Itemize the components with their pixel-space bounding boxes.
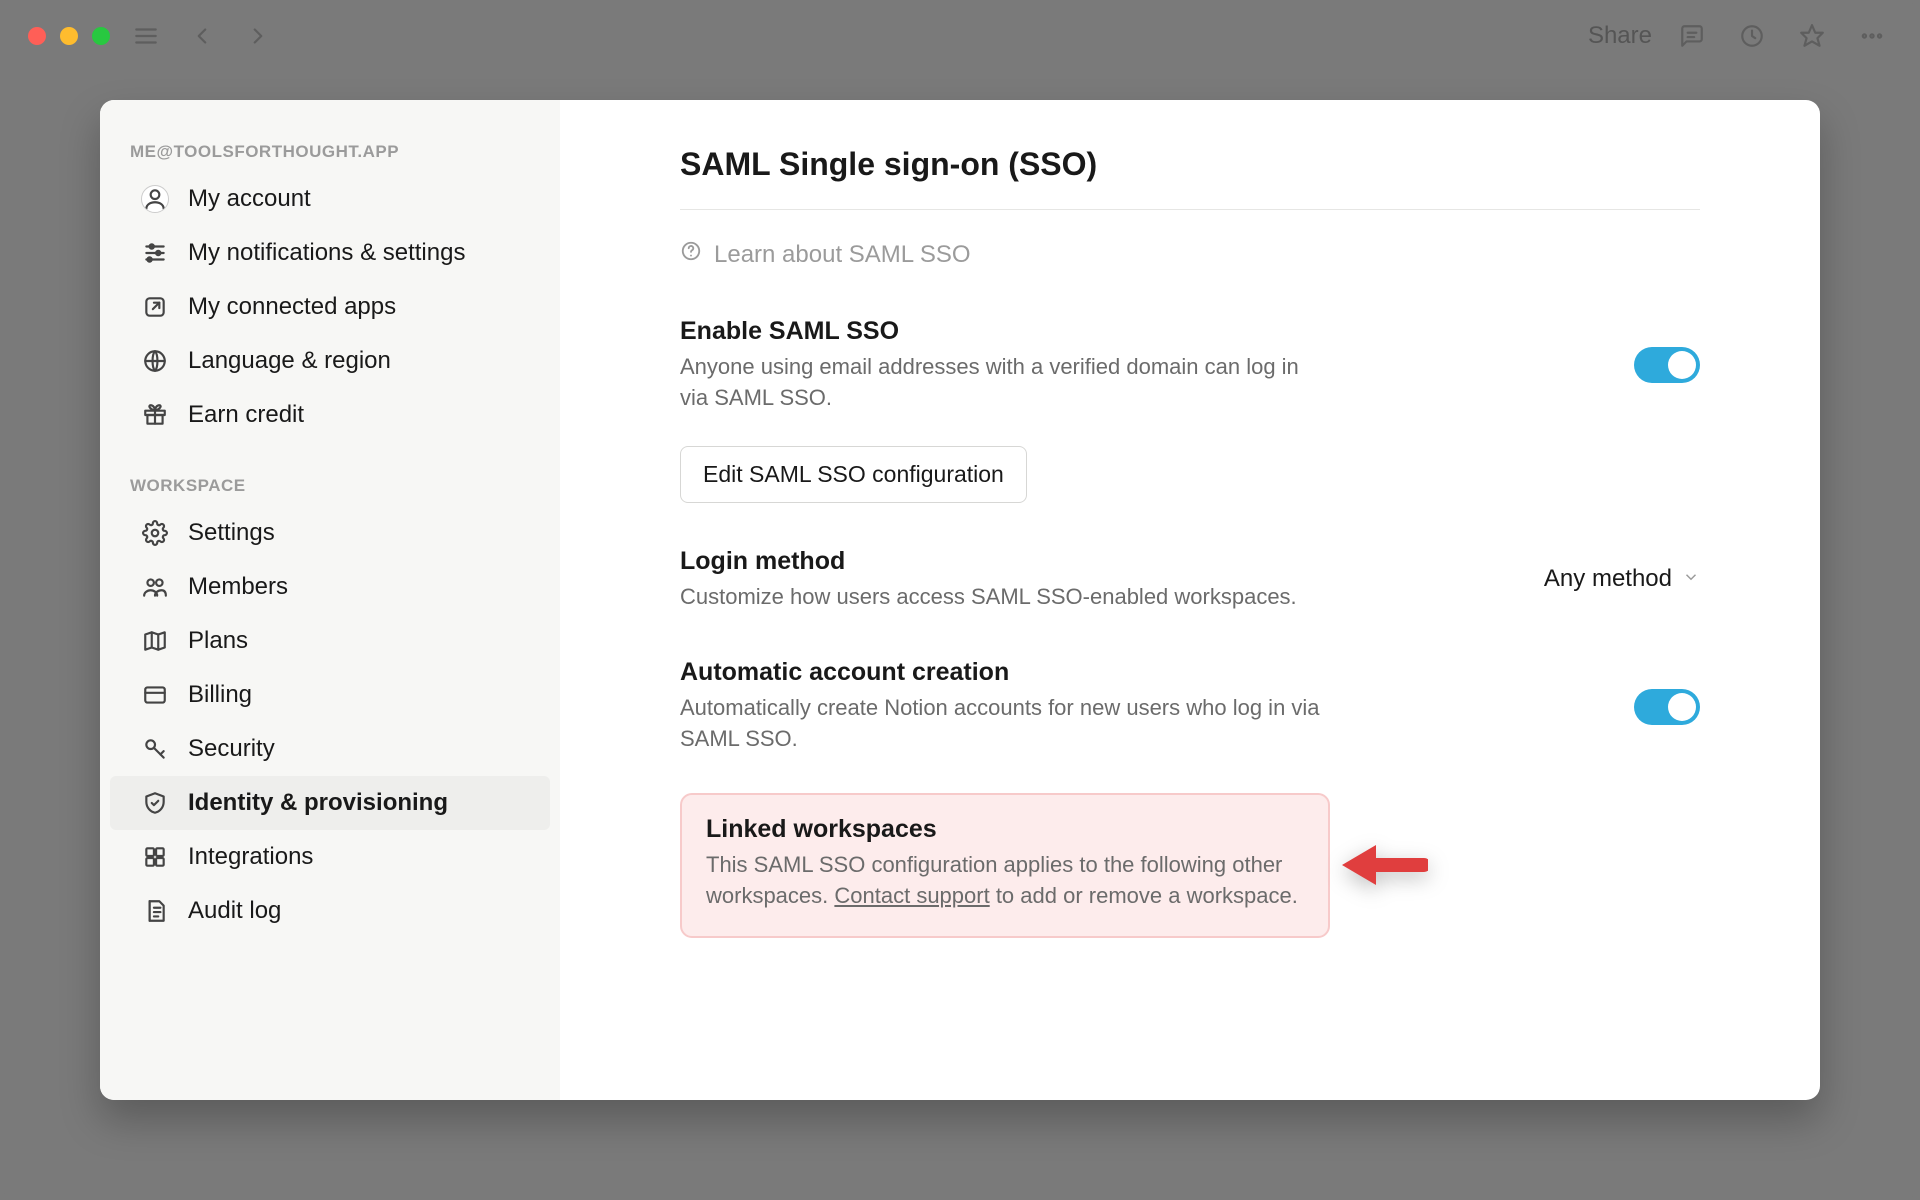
enable-saml-title: Enable SAML SSO — [680, 317, 1594, 346]
settings-content: SAML Single sign-on (SSO) Learn about SA… — [560, 100, 1820, 1100]
sidebar-item-label: My account — [188, 185, 311, 213]
sidebar-item-connected-apps[interactable]: My connected apps — [110, 280, 550, 334]
linked-workspaces-title: Linked workspaces — [706, 815, 1304, 844]
gear-icon — [140, 518, 170, 548]
login-method-title: Login method — [680, 547, 1504, 576]
sidebar-item-label: Security — [188, 735, 275, 763]
contact-support-link[interactable]: Contact support — [834, 883, 989, 908]
sliders-icon — [140, 238, 170, 268]
login-method-row: Login method Customize how users access … — [680, 529, 1700, 641]
hamburger-icon[interactable] — [126, 16, 166, 56]
grid-icon — [140, 842, 170, 872]
sidebar-item-label: Integrations — [188, 843, 313, 871]
auto-account-desc: Automatically create Notion accounts for… — [680, 693, 1320, 755]
auto-account-row: Automatic account creation Automatically… — [680, 640, 1700, 783]
more-icon[interactable] — [1852, 16, 1892, 56]
sidebar-item-label: My connected apps — [188, 293, 396, 321]
annotation-arrow-icon — [1338, 835, 1428, 895]
sidebar-item-earn-credit[interactable]: Earn credit — [110, 388, 550, 442]
sidebar-item-label: Settings — [188, 519, 275, 547]
sidebar-item-label: Identity & provisioning — [188, 789, 448, 817]
sidebar-item-members[interactable]: Members — [110, 560, 550, 614]
sidebar-item-integrations[interactable]: Integrations — [110, 830, 550, 884]
enable-saml-desc: Anyone using email addresses with a veri… — [680, 352, 1320, 414]
chevron-down-icon — [1682, 565, 1700, 593]
sidebar-item-audit-log[interactable]: Audit log — [110, 884, 550, 938]
sidebar-item-my-account[interactable]: My account — [110, 172, 550, 226]
linked-workspaces-desc: This SAML SSO configuration applies to t… — [706, 850, 1304, 912]
title-bar: Share — [0, 0, 1920, 72]
help-icon — [680, 240, 702, 269]
favorite-icon[interactable] — [1792, 16, 1832, 56]
sidebar-item-billing[interactable]: Billing — [110, 668, 550, 722]
shield-check-icon — [140, 788, 170, 818]
app-window: Share ME@TOOLSFORTHOUGHT.APP — [0, 0, 1920, 1200]
key-icon — [140, 734, 170, 764]
page-title: SAML Single sign-on (SSO) — [680, 146, 1700, 183]
close-window-button[interactable] — [28, 27, 46, 45]
enable-saml-toggle[interactable] — [1634, 347, 1700, 383]
settings-modal: ME@TOOLSFORTHOUGHT.APP My account My not… — [100, 100, 1820, 1100]
minimize-window-button[interactable] — [60, 27, 78, 45]
map-icon — [140, 626, 170, 656]
members-icon — [140, 572, 170, 602]
account-section-header: ME@TOOLSFORTHOUGHT.APP — [100, 130, 560, 172]
comments-icon[interactable] — [1672, 16, 1712, 56]
sidebar-item-label: Earn credit — [188, 401, 304, 429]
sidebar-item-label: Billing — [188, 681, 252, 709]
forward-button[interactable] — [238, 16, 278, 56]
credit-card-icon — [140, 680, 170, 710]
sidebar-item-language[interactable]: Language & region — [110, 334, 550, 388]
gift-icon — [140, 400, 170, 430]
sidebar-item-plans[interactable]: Plans — [110, 614, 550, 668]
login-method-desc: Customize how users access SAML SSO-enab… — [680, 582, 1320, 613]
history-icon[interactable] — [1732, 16, 1772, 56]
sidebar-item-label: Language & region — [188, 347, 391, 375]
auto-account-toggle[interactable] — [1634, 689, 1700, 725]
sidebar-item-identity[interactable]: Identity & provisioning — [110, 776, 550, 830]
globe-icon — [140, 346, 170, 376]
login-method-select[interactable]: Any method — [1544, 565, 1700, 593]
learn-more-label: Learn about SAML SSO — [714, 241, 971, 269]
workspace-section-header: WORKSPACE — [100, 464, 560, 506]
sidebar-item-label: Members — [188, 573, 288, 601]
edit-saml-config-button[interactable]: Edit SAML SSO configuration — [680, 446, 1027, 503]
sidebar-item-notifications[interactable]: My notifications & settings — [110, 226, 550, 280]
audit-log-icon — [140, 896, 170, 926]
share-button[interactable]: Share — [1588, 22, 1652, 50]
sidebar-item-label: My notifications & settings — [188, 239, 465, 267]
enable-saml-row: Enable SAML SSO Anyone using email addre… — [680, 299, 1700, 442]
window-controls — [28, 27, 110, 45]
back-button[interactable] — [182, 16, 222, 56]
sidebar-item-settings[interactable]: Settings — [110, 506, 550, 560]
login-method-value: Any method — [1544, 565, 1672, 593]
learn-more-link[interactable]: Learn about SAML SSO — [680, 210, 1700, 299]
maximize-window-button[interactable] — [92, 27, 110, 45]
external-link-icon — [140, 292, 170, 322]
sidebar-item-security[interactable]: Security — [110, 722, 550, 776]
sidebar-item-label: Plans — [188, 627, 248, 655]
avatar-icon — [140, 184, 170, 214]
settings-sidebar: ME@TOOLSFORTHOUGHT.APP My account My not… — [100, 100, 560, 1100]
auto-account-title: Automatic account creation — [680, 658, 1594, 687]
sidebar-item-label: Audit log — [188, 897, 281, 925]
linked-workspaces-box: Linked workspaces This SAML SSO configur… — [680, 793, 1330, 938]
